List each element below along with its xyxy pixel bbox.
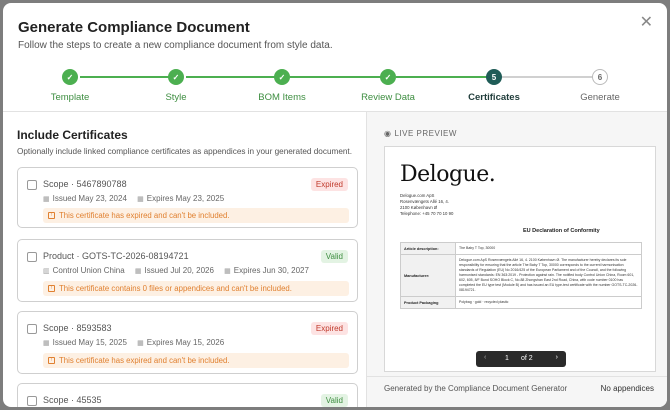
row-key: Article description:: [401, 243, 456, 254]
divider: [367, 376, 667, 377]
step-review-data[interactable]: ✓ Review Data: [343, 69, 433, 103]
step-number: 5: [486, 69, 502, 85]
check-icon: ✓: [168, 69, 184, 85]
warning-icon: !: [48, 212, 55, 219]
status-badge: Expired: [310, 322, 348, 335]
warning-icon: !: [48, 285, 55, 292]
modal-title: Generate Compliance Document: [18, 19, 250, 36]
calendar-icon: ▦: [137, 340, 144, 347]
expires-date: Expires May 23, 2025: [146, 194, 225, 203]
chevron-right-icon[interactable]: ›: [556, 354, 558, 361]
document-table: Article description: The Baby T Top, 300…: [400, 242, 642, 309]
table-row: Article description: The Baby T Top, 300…: [401, 243, 641, 255]
table-row: Manufacturer: Delogue.com ApS Rosenvænge…: [401, 255, 641, 297]
certificates-subtitle: Optionally include linked compliance cer…: [17, 147, 352, 156]
calendar-icon: ▦: [43, 196, 50, 203]
step-generate[interactable]: 6 Generate: [555, 69, 645, 103]
check-icon: ✓: [62, 69, 78, 85]
step-label: Review Data: [361, 92, 415, 103]
calendar-icon: ▦: [137, 196, 144, 203]
step-label: Style: [165, 92, 187, 103]
step-certificates[interactable]: 5 Certificates: [449, 69, 539, 103]
company-address: Delogue.com ApS Rosenvængets Allé 16, 4.…: [400, 193, 453, 217]
certificate-title: Scope · 5467890788: [43, 179, 127, 189]
issuer-name: Control Union China: [52, 266, 125, 275]
step-template[interactable]: ✓ Template: [25, 69, 115, 103]
preview-panel: ◉ LIVE PREVIEW Delogue. Delogue.com ApS R…: [366, 112, 667, 407]
issued-date: Issued Jul 20, 2026: [144, 266, 214, 275]
certificate-title: Scope · 45535: [43, 395, 102, 405]
warning-message: ! This certificate contains 0 files or ap…: [43, 281, 349, 296]
certificates-title: Include Certificates: [17, 128, 128, 142]
warning-message: ! This certificate has expired and can't …: [43, 353, 349, 368]
appendices-status: No appendices: [600, 384, 654, 393]
row-value: The Baby T Top, 30000: [459, 246, 496, 250]
eye-icon: ◉: [384, 129, 392, 138]
certificate-checkbox[interactable]: [27, 324, 37, 334]
step-label: Generate: [580, 92, 620, 103]
issued-date: Issued May 23, 2024: [52, 194, 127, 203]
generator-note: Generated by the Compliance Document Gen…: [384, 384, 568, 393]
status-badge: Valid: [320, 394, 348, 407]
step-label: Template: [50, 92, 90, 103]
table-row: Product Packaging Polybag · gold · recyc…: [401, 297, 641, 308]
document-preview[interactable]: Delogue. Delogue.com ApS Rosenvængets Al…: [384, 146, 656, 372]
calendar-icon: ▦: [43, 340, 50, 347]
modal-subtitle: Follow the steps to create a new complia…: [18, 40, 333, 51]
certificate-checkbox[interactable]: [27, 396, 37, 406]
certificate-checkbox[interactable]: [27, 252, 37, 262]
close-icon[interactable]: ✕: [640, 15, 653, 31]
warning-text: This certificate contains 0 files or app…: [59, 284, 292, 293]
building-icon: ▥: [43, 268, 50, 275]
page-navigator: ‹ 1 of 2 ›: [476, 351, 566, 367]
document-title: EU Declaration of Conformity: [523, 228, 600, 234]
page-total: of 2: [521, 355, 533, 362]
address-line: Telephone: +45 70 70 10 90: [400, 211, 454, 216]
warning-message: ! This certificate has expired and can't …: [43, 208, 349, 223]
certificate-meta: ▦ Issued May 23, 2024 ▦ Expires May 23, 20…: [43, 194, 232, 203]
live-preview-text: LIVE PREVIEW: [394, 129, 457, 138]
step-style[interactable]: ✓ Style: [131, 69, 221, 103]
step-bom-items[interactable]: ✓ BOM Items: [237, 69, 327, 103]
status-badge: Expired: [310, 178, 348, 191]
row-key: Product Packaging: [401, 297, 456, 308]
check-icon: ✓: [380, 69, 396, 85]
generate-document-modal: Generate Compliance Document Follow the …: [3, 3, 667, 407]
step-number: 6: [592, 69, 608, 85]
logo: Delogue.: [400, 162, 496, 187]
certificate-title: Scope · 8593583: [43, 323, 112, 333]
calendar-icon: ▦: [224, 268, 231, 275]
row-key: Manufacturer:: [401, 255, 456, 296]
certificate-title: Product · GOTS-TC-2026-08194721: [43, 251, 189, 261]
row-value: Delogue.com ApS Rosenvængets Allé 16, 4.…: [459, 258, 638, 292]
certificate-meta: ▥ Control Union China ▦ Issued Jul 20, 202…: [43, 266, 317, 275]
step-label: BOM Items: [258, 92, 306, 103]
row-value: Polybag · gold · recycled plastic: [459, 300, 509, 304]
check-icon: ✓: [274, 69, 290, 85]
chevron-left-icon[interactable]: ‹: [484, 354, 486, 361]
expires-date: Expires Jun 30, 2027: [233, 266, 309, 275]
certificate-card[interactable]: Scope · 5467890788 Expired ▦ Issued May 2…: [17, 167, 358, 228]
stepper: ✓ Template ✓ Style ✓ BOM Items ✓ Review …: [3, 69, 667, 109]
certificate-meta: ▦ Issued May 15, 2025 ▦ Expires May 15, 20…: [43, 338, 232, 347]
certificate-card[interactable]: Scope · 8593583 Expired ▦ Issued May 15, …: [17, 311, 358, 374]
issued-date: Issued May 15, 2025: [52, 338, 127, 347]
expires-date: Expires May 15, 2026: [146, 338, 225, 347]
certificate-checkbox[interactable]: [27, 180, 37, 190]
live-preview-label: ◉ LIVE PREVIEW: [384, 129, 457, 138]
certificate-card[interactable]: Scope · 45535 Valid: [17, 383, 358, 407]
warning-text: This certificate has expired and can't b…: [59, 356, 230, 365]
certificates-panel: Include Certificates Optionally include …: [3, 112, 365, 407]
status-badge: Valid: [320, 250, 348, 263]
calendar-icon: ▦: [134, 268, 142, 275]
step-label: Certificates: [468, 92, 520, 103]
warning-text: This certificate has expired and can't b…: [59, 211, 230, 220]
certificate-card[interactable]: Product · GOTS-TC-2026-08194721 Valid ▥ C…: [17, 239, 358, 302]
page-current: 1: [505, 355, 509, 362]
warning-icon: !: [48, 357, 55, 364]
